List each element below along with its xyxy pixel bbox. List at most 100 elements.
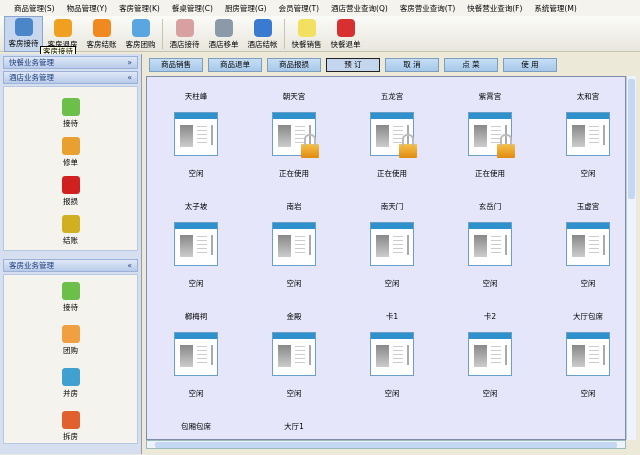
sidebar-item[interactable]: 拆房 — [61, 411, 80, 442]
toolbar-button[interactable]: 快餐销售 — [287, 16, 326, 52]
toolbar-separator — [162, 19, 163, 49]
menu-bar: 商品管理(S) 物品管理(Y) 客房管理(K) 餐桌管理(C) 厨房管理(G) 会员管理(… — [0, 0, 640, 16]
toolbar-icon — [336, 19, 355, 37]
room-tile[interactable]: 玉虚宫 空闲 — [548, 201, 628, 289]
room-tile[interactable]: 金殿 空闲 — [254, 311, 334, 399]
room-tile[interactable]: 南岩 空闲 — [254, 201, 334, 289]
hotel-panel-body: 接待 修单 报损 结账 — [3, 86, 138, 251]
sidebar-item[interactable]: 接待 — [61, 282, 80, 313]
sidebar-item[interactable]: 结账 — [61, 215, 80, 246]
action-button[interactable]: 商品退单 — [208, 57, 262, 72]
toolbar-button[interactable]: 客房接待 — [4, 16, 43, 52]
room-name: 南天门 — [380, 202, 404, 211]
menu-item[interactable]: 商品管理(S) — [14, 3, 55, 14]
room-tile[interactable]: 大厅1 — [254, 421, 334, 433]
room-icon — [272, 222, 316, 266]
collapse-icon[interactable]: « — [127, 261, 132, 270]
toolbar-label: 酒店移单 — [208, 40, 239, 49]
vertical-scrollbar[interactable] — [626, 76, 636, 440]
toolbar-separator — [284, 19, 285, 49]
toolbar-button[interactable]: 客房团购 — [121, 16, 160, 52]
room-icon — [468, 112, 515, 158]
menu-item[interactable]: 客房营业查询(T) — [400, 3, 455, 14]
action-button[interactable]: 点 菜 — [444, 57, 498, 72]
toolbar-label: 酒店接待 — [169, 40, 200, 49]
room-tile[interactable]: 榔梅祠 空闲 — [156, 311, 236, 399]
room-tile[interactable]: 朝天宫 正在使用 — [254, 91, 334, 179]
sidebar-item-icon — [61, 215, 80, 233]
horizontal-scrollbar[interactable] — [146, 440, 626, 449]
room-tile[interactable]: 紫霄宫 正在使用 — [450, 91, 530, 179]
room-name: 太和宫 — [576, 92, 600, 101]
toolbar-label: 客房结账 — [86, 40, 117, 49]
menu-item[interactable]: 系统管理(M) — [534, 3, 576, 14]
menu-item[interactable]: 快餐营业查询(F) — [467, 3, 522, 14]
panel-header-room[interactable]: 客房业务管理 « — [3, 259, 138, 272]
room-status: 空闲 — [188, 389, 204, 398]
room-tile[interactable]: 玄岳门 空闲 — [450, 201, 530, 289]
sidebar-item[interactable]: 团购 — [61, 325, 80, 356]
room-tile[interactable]: 太子坡 空闲 — [156, 201, 236, 289]
panel-header-fastfood[interactable]: 快餐业务管理 » — [3, 56, 138, 69]
action-button[interactable]: 预 订 — [326, 57, 380, 72]
toolbar-button[interactable]: 客房结账 — [82, 16, 121, 52]
room-status: 空闲 — [580, 169, 596, 178]
sidebar-item-label: 团购 — [63, 346, 78, 355]
sidebar-item[interactable]: 修单 — [61, 137, 80, 168]
action-button[interactable]: 取 消 — [385, 57, 439, 72]
toolbar-label: 客房接待 — [8, 39, 39, 48]
sidebar-item[interactable]: 报损 — [61, 176, 80, 207]
lock-icon — [497, 134, 515, 158]
toolbar: 客房接待 客房退房 客房结账 客房团购 酒店接待 酒店移单 酒店结帐 快餐销售 快餐退单 — [0, 16, 640, 52]
sidebar-item[interactable]: 接待 — [61, 98, 80, 129]
action-button[interactable]: 使 用 — [503, 57, 557, 72]
menu-item[interactable]: 餐桌管理(C) — [172, 3, 213, 14]
sidebar-item-icon — [61, 176, 80, 194]
toolbar-button[interactable]: 酒店移单 — [204, 16, 243, 52]
room-name: 五龙宫 — [380, 92, 404, 101]
lock-icon — [301, 134, 319, 158]
sidebar-item-label: 接待 — [63, 119, 78, 128]
room-status: 空闲 — [286, 389, 302, 398]
room-status: 空闲 — [286, 279, 302, 288]
menu-item[interactable]: 物品管理(Y) — [67, 3, 107, 14]
toolbar-button[interactable]: 酒店接待 — [165, 16, 204, 52]
collapse-icon[interactable]: « — [127, 73, 132, 82]
room-name: 包厢包席 — [181, 422, 211, 431]
menu-item[interactable]: 会员管理(T) — [279, 3, 319, 14]
toolbar-button[interactable]: 快餐退单 — [326, 16, 365, 52]
menu-item[interactable]: 酒店营业查询(Q) — [331, 3, 388, 14]
room-icon — [566, 222, 610, 266]
room-tile[interactable]: 包厢包席 — [156, 421, 236, 433]
room-tile[interactable]: 天柱峰 空闲 — [156, 91, 236, 179]
sidebar-item-label: 结账 — [63, 236, 78, 245]
room-status: 空闲 — [188, 169, 204, 178]
sidebar-item-icon — [61, 137, 80, 155]
room-tile[interactable]: 大厅包席 空闲 — [548, 311, 628, 399]
panel-header-hotel[interactable]: 酒店业务管理 « — [3, 71, 138, 84]
toolbar-label: 酒店结帐 — [247, 40, 278, 49]
room-tile[interactable]: 五龙宫 正在使用 — [352, 91, 432, 179]
room-name: 玉虚宫 — [576, 202, 600, 211]
toolbar-label: 快餐退单 — [330, 40, 361, 49]
room-tile[interactable]: 卡1 空闲 — [352, 311, 432, 399]
action-button[interactable]: 商品报损 — [267, 57, 321, 72]
sidebar-item[interactable]: 并房 — [61, 368, 80, 399]
room-icon — [566, 112, 610, 156]
toolbar-label: 快餐销售 — [291, 40, 322, 49]
room-icon — [566, 332, 610, 376]
toolbar-icon — [297, 19, 316, 37]
action-button-bar: 商品销售 商品退单 商品报损预 订取 消点 菜使 用 — [146, 55, 636, 74]
expand-icon[interactable]: » — [127, 58, 132, 67]
room-tile[interactable]: 卡2 空闲 — [450, 311, 530, 399]
toolbar-icon — [53, 19, 72, 37]
menu-item[interactable]: 客房管理(K) — [119, 3, 160, 14]
room-tile[interactable]: 太和宫 空闲 — [548, 91, 628, 179]
room-icon — [468, 332, 512, 376]
toolbar-button[interactable]: 酒店结帐 — [243, 16, 282, 52]
sidebar-item-icon — [61, 282, 80, 300]
menu-item[interactable]: 厨房管理(G) — [225, 3, 267, 14]
sidebar-item-label: 拆房 — [63, 432, 78, 441]
action-button[interactable]: 商品销售 — [149, 57, 203, 72]
room-tile[interactable]: 南天门 空闲 — [352, 201, 432, 289]
